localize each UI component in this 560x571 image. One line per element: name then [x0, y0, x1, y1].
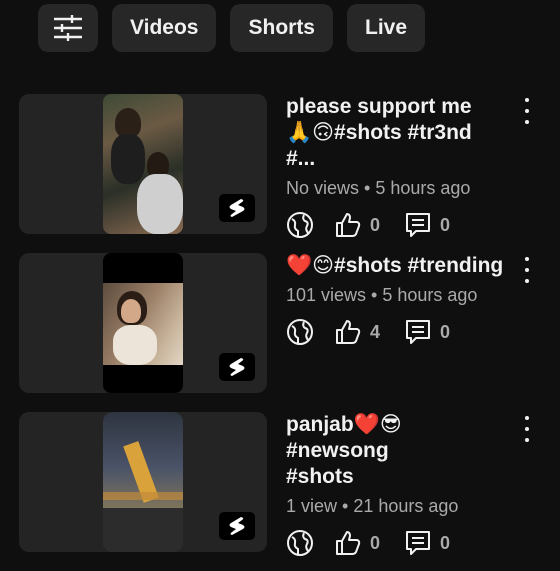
video-info: ❤️😊#shots #trending 101 views • 5 hours … — [286, 253, 506, 346]
thumbnail-image — [103, 94, 183, 234]
video-stats: 0 0 — [286, 211, 506, 239]
comment-icon[interactable] — [404, 211, 432, 239]
thumbnail-image — [103, 253, 183, 393]
like-icon[interactable] — [334, 529, 362, 557]
comment-count: 0 — [440, 214, 451, 235]
like-icon[interactable] — [334, 318, 362, 346]
video-stats: 4 0 — [286, 318, 506, 346]
comment-icon[interactable] — [404, 529, 432, 557]
more-options-icon[interactable] — [519, 416, 535, 442]
like-count: 0 — [370, 532, 381, 553]
video-meta: No views • 5 hours ago — [286, 178, 471, 198]
video-title-line: 🙏🙃#shots #tr3nd #... — [286, 121, 472, 170]
video-title[interactable]: please support me 🙏🙃#shots #tr3nd #... — [286, 94, 506, 172]
comment-count: 0 — [440, 532, 451, 553]
shorts-badge-icon — [219, 353, 255, 381]
video-title-line: please support me — [286, 95, 472, 118]
more-options-icon[interactable] — [519, 257, 535, 283]
like-count: 4 — [370, 321, 381, 342]
shorts-badge-icon — [219, 194, 255, 222]
video-title-line: #shots — [286, 465, 354, 488]
video-item[interactable]: ❤️😊#shots #trending 101 views • 5 hours … — [19, 253, 549, 394]
video-thumbnail[interactable] — [19, 412, 267, 552]
chip-videos[interactable]: Videos — [112, 4, 217, 52]
video-thumbnail[interactable] — [19, 94, 267, 234]
video-title-line: panjab❤️😎 #newsong — [286, 413, 402, 462]
chip-live[interactable]: Live — [347, 4, 426, 52]
video-meta: 101 views • 5 hours ago — [286, 285, 478, 305]
comment-icon[interactable] — [404, 318, 432, 346]
video-item[interactable]: please support me 🙏🙃#shots #tr3nd #... N… — [19, 94, 549, 238]
filter-button[interactable] — [38, 4, 98, 52]
filter-chip-bar: Videos Shorts Live — [38, 4, 426, 52]
like-count: 0 — [370, 214, 381, 235]
video-info: please support me 🙏🙃#shots #tr3nd #... N… — [286, 94, 506, 239]
sliders-icon — [54, 15, 82, 41]
video-meta: 1 view • 21 hours ago — [286, 496, 459, 516]
video-info: panjab❤️😎 #newsong #shots 1 view • 21 ho… — [286, 412, 506, 557]
video-item[interactable]: panjab❤️😎 #newsong #shots 1 view • 21 ho… — [19, 412, 549, 556]
globe-icon[interactable] — [286, 211, 314, 239]
globe-icon[interactable] — [286, 318, 314, 346]
video-list: please support me 🙏🙃#shots #tr3nd #... N… — [19, 94, 549, 571]
shorts-badge-icon — [219, 512, 255, 540]
video-title[interactable]: panjab❤️😎 #newsong #shots — [286, 412, 506, 490]
comment-count: 0 — [440, 321, 451, 342]
video-title-line: ❤️😊#shots #trending — [286, 254, 504, 277]
video-thumbnail[interactable] — [19, 253, 267, 393]
like-icon[interactable] — [334, 211, 362, 239]
video-stats: 0 0 — [286, 529, 506, 557]
video-title[interactable]: ❤️😊#shots #trending — [286, 253, 506, 279]
chip-shorts[interactable]: Shorts — [230, 4, 333, 52]
globe-icon[interactable] — [286, 529, 314, 557]
more-options-icon[interactable] — [519, 98, 535, 124]
thumbnail-image — [103, 412, 183, 552]
